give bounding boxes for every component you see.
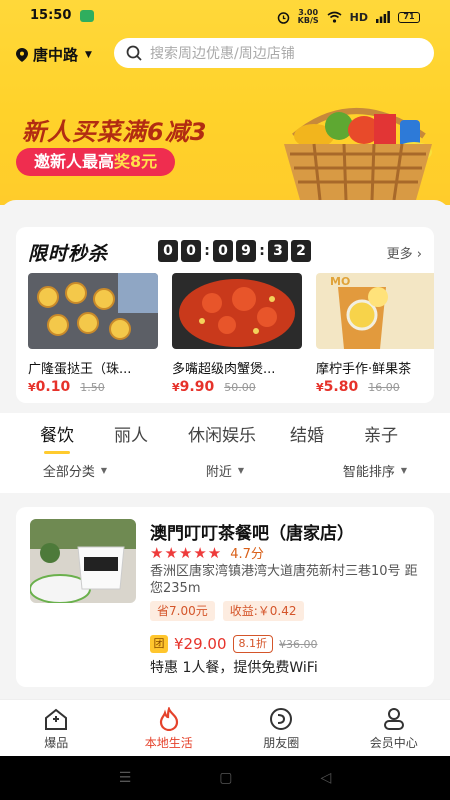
tab-leisure[interactable]: 休闲娱乐 xyxy=(188,421,256,446)
banner-headline: 新人买菜满6减3 xyxy=(22,118,208,146)
system-navigation-bar: ☰ ▢ ◁ xyxy=(0,756,450,800)
deal-price: ¥29.00 xyxy=(174,635,227,653)
invite-pill[interactable]: 邀新人最高奖8元 xyxy=(16,148,176,176)
back-icon[interactable]: ◁ xyxy=(321,770,332,786)
product-name: 广隆蛋挞王（珠... xyxy=(28,362,132,377)
svg-text:MO: MO xyxy=(330,275,350,288)
flash-sale-title: 限时秒杀 xyxy=(28,243,109,265)
star-rating-icon: ★★★★★ xyxy=(150,543,223,562)
tab-family[interactable]: 亲子 xyxy=(364,421,398,446)
timer-colon: : xyxy=(204,243,210,259)
search-placeholder: 搜索周边优惠/周边店铺 xyxy=(150,46,295,62)
tab-dining[interactable]: 餐饮 xyxy=(40,421,74,454)
location-label: 唐中路 xyxy=(33,46,79,64)
store-address: 香洲区唐家湾镇港湾大道唐苑新村三巷10号 距您235m xyxy=(150,564,418,596)
house-icon xyxy=(45,708,68,730)
chevron-down-icon: ▼ xyxy=(237,466,245,475)
fruit-tea-image: MO xyxy=(316,273,434,349)
product-list: 广隆蛋挞王（珠... ¥0.10 1.50 多嘴超级肉蟹煲... ¥9.90 50.… xyxy=(28,273,434,395)
status-bar: 15:50 3.00 KB/S HD 71 xyxy=(0,0,450,34)
timer-digit: 0 xyxy=(158,240,178,262)
store-card[interactable]: 澳門叮叮茶餐吧（唐家店） ★★★★★ 4.7分 香洲区唐家湾镇港湾大道唐苑新村三… xyxy=(16,507,434,687)
product-name: 多嘴超级肉蟹煲... xyxy=(172,362,276,377)
location-pin-icon xyxy=(16,47,28,62)
store-rating: ★★★★★ 4.7分 xyxy=(150,543,264,563)
timer-digit: 3 xyxy=(268,240,288,262)
nav-local-life[interactable]: 本地生活 xyxy=(113,700,226,756)
deal-description: 特惠 1人餐，提供免费WiFi xyxy=(150,660,318,676)
product-original-price: 50.00 xyxy=(224,381,256,394)
network-speed: 3.00 KB/S xyxy=(297,8,319,25)
wechat-notification-icon xyxy=(80,10,94,22)
countdown-timer: 0 0 : 0 9 : 3 2 xyxy=(158,240,311,262)
nav-member-center[interactable]: 会员中心 xyxy=(338,700,450,756)
wifi-icon xyxy=(327,11,342,23)
promo-banner[interactable]: 新人买菜满6减3 邀新人最高奖8元 xyxy=(0,82,450,200)
product-card[interactable]: MO 摩柠手作·鲜果茶 ¥5.80 16.00 xyxy=(316,273,434,395)
tab-beauty[interactable]: 丽人 xyxy=(114,421,148,446)
store-name: 澳門叮叮茶餐吧（唐家店） xyxy=(150,524,354,544)
group-buy-badge: 团 xyxy=(150,635,168,653)
filter-sort[interactable]: 智能排序 ▼ xyxy=(300,461,450,480)
status-time: 15:50 xyxy=(30,8,72,23)
crab-pot-image xyxy=(172,273,302,349)
timer-colon: : xyxy=(259,243,265,259)
saving-tag: 省7.00元 xyxy=(150,601,215,621)
location-selector[interactable]: 唐中路 ▼ xyxy=(16,44,92,65)
invite-reward: 奖8元 xyxy=(114,152,158,171)
user-icon xyxy=(383,708,404,730)
search-icon xyxy=(126,45,142,61)
chevron-down-icon: ▼ xyxy=(400,466,408,475)
filter-distance[interactable]: 附近 ▼ xyxy=(150,461,300,480)
nav-hot-products[interactable]: 爆品 xyxy=(0,700,113,756)
nav-moments[interactable]: 朋友圈 xyxy=(225,700,338,756)
chevron-right-icon: › xyxy=(412,247,422,262)
timer-digit: 0 xyxy=(213,240,233,262)
egg-tart-image xyxy=(28,273,158,349)
filter-category[interactable]: 全部分类 ▼ xyxy=(0,461,150,480)
more-link[interactable]: 更多 › xyxy=(387,243,422,262)
bottom-navigation: 爆品 本地生活 朋友圈 会员中心 xyxy=(0,699,450,756)
product-card[interactable]: 多嘴超级肉蟹煲... ¥9.90 50.00 xyxy=(172,273,302,395)
store-tags: 省7.00元 收益:￥0.42 xyxy=(150,601,304,621)
search-input[interactable]: 搜索周边优惠/周边店铺 xyxy=(114,38,434,68)
home-icon[interactable]: ▢ xyxy=(219,770,232,786)
timer-digit: 0 xyxy=(181,240,201,262)
timer-digit: 9 xyxy=(236,240,256,262)
grocery-basket-image xyxy=(284,108,432,200)
product-price: ¥0.10 xyxy=(28,379,71,395)
category-section: 餐饮 丽人 休闲娱乐 结婚 亲子 全部分类 ▼ 附近 ▼ 智能排序 ▼ xyxy=(0,413,450,493)
discount-badge: 8.1折 xyxy=(232,635,273,653)
chevron-down-icon: ▼ xyxy=(100,466,108,475)
product-name: 摩柠手作·鲜果茶 xyxy=(316,362,412,377)
signal-icon xyxy=(376,11,390,23)
deal-original-price: ¥36.00 xyxy=(279,637,318,651)
alarm-icon xyxy=(277,11,289,24)
group-deal[interactable]: 团 ¥29.00 8.1折 ¥36.00 xyxy=(150,635,318,653)
battery-icon: 71 xyxy=(398,11,420,23)
invite-text: 邀新人最高 xyxy=(34,152,115,171)
hd-indicator: HD xyxy=(349,10,368,24)
product-price: ¥9.90 xyxy=(172,379,215,395)
category-tabs: 餐饮 丽人 休闲娱乐 结婚 亲子 xyxy=(40,421,438,454)
menu-icon[interactable]: ☰ xyxy=(119,770,132,786)
moments-icon xyxy=(270,708,293,730)
store-photo xyxy=(30,519,136,603)
tab-wedding[interactable]: 结婚 xyxy=(290,421,324,446)
flash-sale-card: 限时秒杀 0 0 : 0 9 : 3 2 更多 › 广隆蛋挞王（珠... ¥0.… xyxy=(16,227,434,403)
earning-tag: 收益:￥0.42 xyxy=(222,601,304,621)
product-card[interactable]: 广隆蛋挞王（珠... ¥0.10 1.50 xyxy=(28,273,158,395)
flame-icon xyxy=(159,707,178,731)
filter-bar: 全部分类 ▼ 附近 ▼ 智能排序 ▼ xyxy=(0,461,450,480)
chevron-down-icon: ▼ xyxy=(85,49,92,60)
product-price: ¥5.80 xyxy=(316,379,359,395)
status-indicators: 3.00 KB/S HD 71 xyxy=(277,9,420,25)
product-original-price: 16.00 xyxy=(368,381,400,394)
rating-score: 4.7分 xyxy=(230,547,264,562)
timer-digit: 2 xyxy=(291,240,311,262)
product-original-price: 1.50 xyxy=(80,381,105,394)
